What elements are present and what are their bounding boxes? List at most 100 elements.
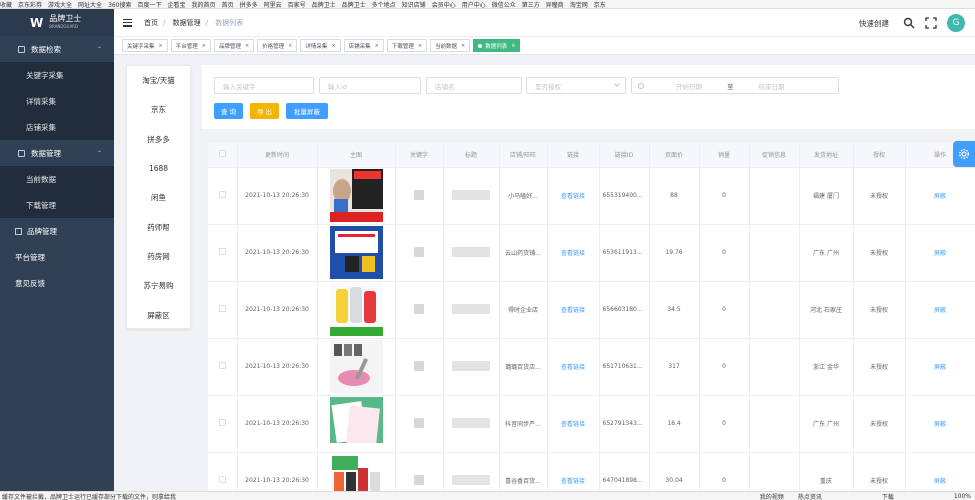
platform-item[interactable]: 药师帮 — [127, 212, 190, 241]
keyword-input[interactable]: 输入关键字 — [214, 77, 314, 94]
tag-item[interactable]: 详情采集 × — [300, 39, 341, 52]
close-icon[interactable]: × — [331, 43, 335, 49]
platform-item[interactable]: 苏宁易购 — [127, 271, 190, 300]
settings-gear-button[interactable] — [953, 141, 975, 167]
block-action[interactable]: 屏蔽 — [905, 338, 975, 396]
sidebar-item[interactable]: 下载管理 — [0, 192, 114, 218]
batch-block-button[interactable]: 批量屏蔽 — [286, 103, 328, 119]
tag-item[interactable]: 关键字采集 × — [122, 39, 168, 52]
bookmark-item[interactable]: 微信公众 — [492, 0, 516, 9]
bookmark-item[interactable]: 第三方 — [522, 0, 540, 9]
hamburger-icon[interactable] — [123, 18, 132, 27]
close-icon[interactable]: × — [202, 43, 206, 49]
bookmark-item[interactable]: 京东 — [594, 0, 606, 9]
bookmark-item[interactable]: 拼多多 — [240, 0, 258, 9]
shop-input[interactable]: 店铺名 — [426, 77, 522, 94]
platform-item[interactable]: 淘宝/天猫 — [127, 66, 190, 95]
product-thumbnail[interactable] — [329, 283, 383, 336]
sidebar-item[interactable]: 关键字采集 — [0, 62, 114, 88]
product-thumbnail[interactable] — [329, 454, 383, 491]
status-download[interactable]: 下载 — [882, 492, 894, 500]
sidebar-item[interactable]: 数据检索 ⌃ — [0, 36, 114, 62]
block-action[interactable]: 屏蔽 — [905, 281, 975, 339]
tag-item[interactable]: 店铺采集 × — [343, 39, 384, 52]
tag-item[interactable]: 下载管理 × — [386, 39, 428, 52]
breadcrumb-home[interactable]: 首页 — [144, 19, 158, 27]
bookmark-item[interactable]: 收藏 — [0, 0, 12, 9]
export-button[interactable]: 导 出 — [250, 103, 279, 119]
platform-item[interactable]: 闲鱼 — [127, 183, 190, 212]
bookmark-item[interactable]: 360搜索 — [108, 0, 131, 9]
view-link[interactable]: 查看链接 — [547, 281, 600, 339]
close-icon[interactable]: × — [511, 43, 515, 49]
bookmark-item[interactable]: 百度一下 — [138, 0, 162, 9]
row-checkbox[interactable] — [218, 191, 226, 198]
logo[interactable]: W 品牌卫士 BRANDGUARD — [0, 9, 114, 36]
sidebar-item[interactable]: 意见反馈 — [0, 270, 114, 296]
block-action[interactable]: 屏蔽 — [905, 167, 975, 225]
bookmark-item[interactable]: 淘宝网 — [570, 0, 588, 9]
product-thumbnail[interactable] — [329, 340, 383, 393]
bookmark-item[interactable]: 我的首页 — [192, 0, 216, 9]
close-icon[interactable]: × — [245, 43, 249, 49]
sidebar-item[interactable]: 当前数据 — [0, 166, 114, 192]
view-link[interactable]: 查看链接 — [547, 224, 600, 282]
sidebar-item[interactable]: 品牌管理 — [0, 218, 114, 244]
tag-item[interactable]: 价格管理 × — [257, 39, 298, 52]
bookmark-item[interactable]: 京东彩券 — [18, 0, 42, 9]
bookmark-item[interactable]: 企看宝 — [168, 0, 186, 9]
row-checkbox[interactable] — [218, 362, 226, 369]
quick-create-button[interactable]: 快速创建 — [859, 18, 889, 29]
status-video[interactable]: 我的视频 — [760, 492, 784, 500]
link-id-input[interactable]: 输入id — [319, 77, 421, 94]
platform-item[interactable]: 拼多多 — [127, 125, 190, 154]
view-link[interactable]: 查看链接 — [547, 338, 600, 396]
sidebar-item[interactable]: 数据管理 ⌃ — [0, 140, 114, 166]
platform-item[interactable]: 药房网 — [127, 242, 190, 271]
view-link[interactable]: 查看链接 — [547, 452, 600, 491]
bookmark-item[interactable]: 首页 — [222, 0, 234, 9]
product-thumbnail[interactable] — [329, 397, 383, 450]
bookmark-item[interactable]: 异瞳商 — [546, 0, 564, 9]
bookmark-item[interactable]: 百家号 — [288, 0, 306, 9]
avatar[interactable]: G — [947, 14, 965, 32]
date-range-picker[interactable]: 开始日期 至 结束日期 — [631, 77, 839, 94]
tag-item[interactable]: 数据列表 × — [473, 39, 521, 52]
bookmark-item[interactable]: 网址大全 — [78, 0, 102, 9]
view-link[interactable]: 查看链接 — [547, 167, 600, 225]
close-icon[interactable]: × — [461, 43, 465, 49]
bookmark-item[interactable]: 游戏大全 — [48, 0, 72, 9]
fullscreen-icon[interactable] — [925, 17, 937, 29]
view-link[interactable]: 查看链接 — [547, 395, 600, 453]
block-action[interactable]: 屏蔽 — [905, 452, 975, 491]
auth-select[interactable]: 是否授权 — [526, 77, 626, 94]
row-checkbox[interactable] — [218, 476, 226, 483]
platform-item[interactable]: 京东 — [127, 95, 190, 124]
row-checkbox[interactable] — [218, 419, 226, 426]
product-thumbnail[interactable] — [329, 226, 383, 279]
bookmark-item[interactable]: 知识店铺 — [402, 0, 426, 9]
query-button[interactable]: 查 询 — [214, 103, 243, 119]
status-news[interactable]: 热点资讯 — [798, 492, 822, 500]
close-icon[interactable]: × — [375, 43, 379, 49]
sidebar-item[interactable]: 店铺采集 — [0, 114, 114, 140]
row-checkbox[interactable] — [218, 305, 226, 312]
bookmark-item[interactable]: 品牌卫士 — [342, 0, 366, 9]
bookmark-item[interactable]: 品牌卫士 — [312, 0, 336, 9]
search-icon[interactable] — [903, 17, 915, 29]
block-action[interactable]: 屏蔽 — [905, 395, 975, 453]
breadcrumb-data-manage[interactable]: 数据管理 — [173, 19, 201, 27]
platform-item[interactable]: 1688 — [127, 154, 190, 183]
bookmark-item[interactable]: 用户中心 — [462, 0, 486, 9]
product-thumbnail[interactable] — [329, 169, 383, 222]
bookmark-item[interactable]: 多个地点 — [372, 0, 396, 9]
tag-item[interactable]: 平台管理 × — [170, 39, 211, 52]
row-checkbox[interactable] — [218, 248, 226, 255]
bookmark-item[interactable]: 阿里云 — [264, 0, 282, 9]
close-icon[interactable]: × — [288, 43, 292, 49]
close-icon[interactable]: × — [418, 43, 422, 49]
sidebar-item[interactable]: 详情采集 — [0, 88, 114, 114]
tag-item[interactable]: 品牌管理 × — [213, 39, 255, 52]
bookmark-item[interactable]: 会员中心 — [432, 0, 456, 9]
sidebar-item[interactable]: 平台管理 — [0, 244, 114, 270]
